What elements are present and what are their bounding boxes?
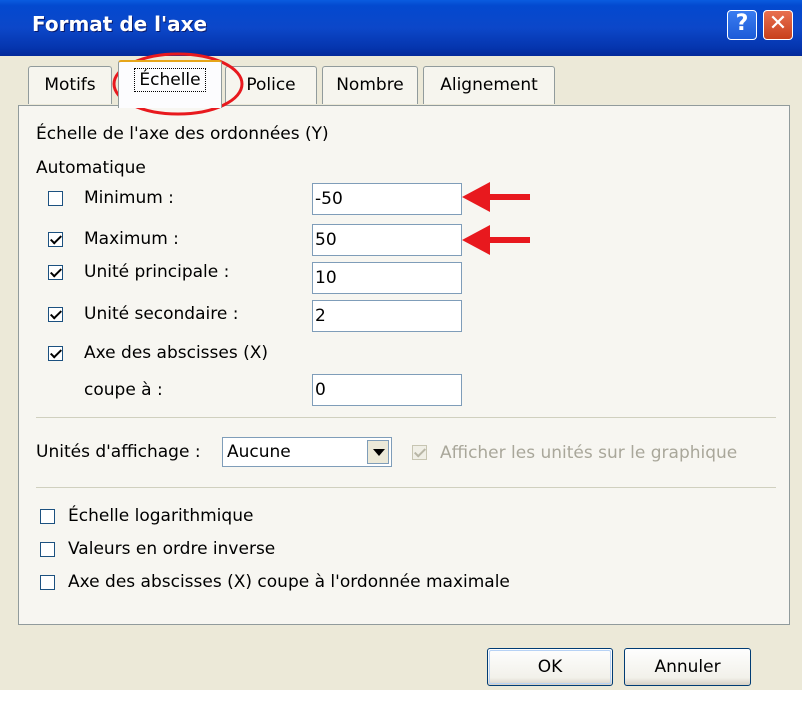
tab-police[interactable]: Police bbox=[225, 66, 317, 104]
chevron-down-icon[interactable] bbox=[367, 440, 389, 464]
window-title: Format de l'axe bbox=[32, 12, 208, 36]
major-unit-checkbox[interactable] bbox=[48, 265, 63, 280]
show-units-checkbox[interactable] bbox=[412, 445, 427, 460]
reverse-order-checkbox[interactable] bbox=[40, 542, 55, 557]
tab-echelle[interactable]: Échelle bbox=[118, 60, 222, 108]
ok-button[interactable]: OK bbox=[487, 648, 613, 686]
tab-label: Police bbox=[246, 75, 296, 95]
tab-label: Échelle bbox=[134, 68, 206, 92]
crosses-at-max-label: Axe des abscisses (X) coupe à l'ordonnée… bbox=[68, 572, 510, 592]
help-button[interactable]: ? bbox=[727, 10, 757, 40]
tab-nombre[interactable]: Nombre bbox=[322, 66, 418, 104]
crosses-at-input[interactable]: 0 bbox=[312, 374, 462, 406]
tab-label: Alignement bbox=[440, 75, 538, 95]
title-bar[interactable]: Format de l'axe ? ✕ bbox=[0, 0, 802, 56]
tab-alignement[interactable]: Alignement bbox=[423, 66, 555, 104]
minimum-input[interactable]: -50 bbox=[312, 183, 462, 215]
tab-label: Nombre bbox=[336, 75, 404, 95]
reverse-order-label: Valeurs en ordre inverse bbox=[68, 539, 276, 559]
crosses-at-label-line2: coupe à : bbox=[84, 380, 163, 400]
tab-label: Motifs bbox=[44, 75, 96, 95]
maximum-input[interactable]: 50 bbox=[312, 224, 462, 256]
log-scale-checkbox[interactable] bbox=[40, 509, 55, 524]
maximum-label: Maximum : bbox=[84, 229, 179, 249]
dialog-window: Format de l'axe ? ✕ Motifs Échelle Polic… bbox=[0, 0, 802, 690]
cancel-button[interactable]: Annuler bbox=[624, 648, 751, 686]
major-unit-label: Unité principale : bbox=[84, 262, 230, 282]
section-heading: Échelle de l'axe des ordonnées (Y) bbox=[36, 124, 329, 144]
display-units-label: Unités d'affichage : bbox=[36, 442, 201, 462]
crosses-at-checkbox[interactable] bbox=[48, 346, 63, 361]
close-button[interactable]: ✕ bbox=[763, 10, 793, 40]
auto-label: Automatique bbox=[36, 158, 146, 178]
minimum-label: Minimum : bbox=[84, 188, 174, 208]
maximum-checkbox[interactable] bbox=[48, 232, 63, 247]
display-units-select[interactable]: Aucune bbox=[222, 437, 392, 467]
minor-unit-input[interactable]: 2 bbox=[312, 300, 462, 332]
display-units-value: Aucune bbox=[227, 442, 291, 462]
minimum-checkbox[interactable] bbox=[48, 191, 63, 206]
minor-unit-label: Unité secondaire : bbox=[84, 304, 239, 324]
tab-motifs[interactable]: Motifs bbox=[28, 66, 112, 104]
separator bbox=[36, 487, 776, 488]
major-unit-input[interactable]: 10 bbox=[312, 262, 462, 294]
minor-unit-checkbox[interactable] bbox=[48, 307, 63, 322]
crosses-at-max-checkbox[interactable] bbox=[40, 575, 55, 590]
log-scale-label: Échelle logarithmique bbox=[68, 506, 254, 526]
show-units-label: Afficher les unités sur le graphique bbox=[440, 443, 738, 463]
separator bbox=[36, 417, 776, 418]
crosses-at-label-line1: Axe des abscisses (X) bbox=[84, 343, 269, 363]
